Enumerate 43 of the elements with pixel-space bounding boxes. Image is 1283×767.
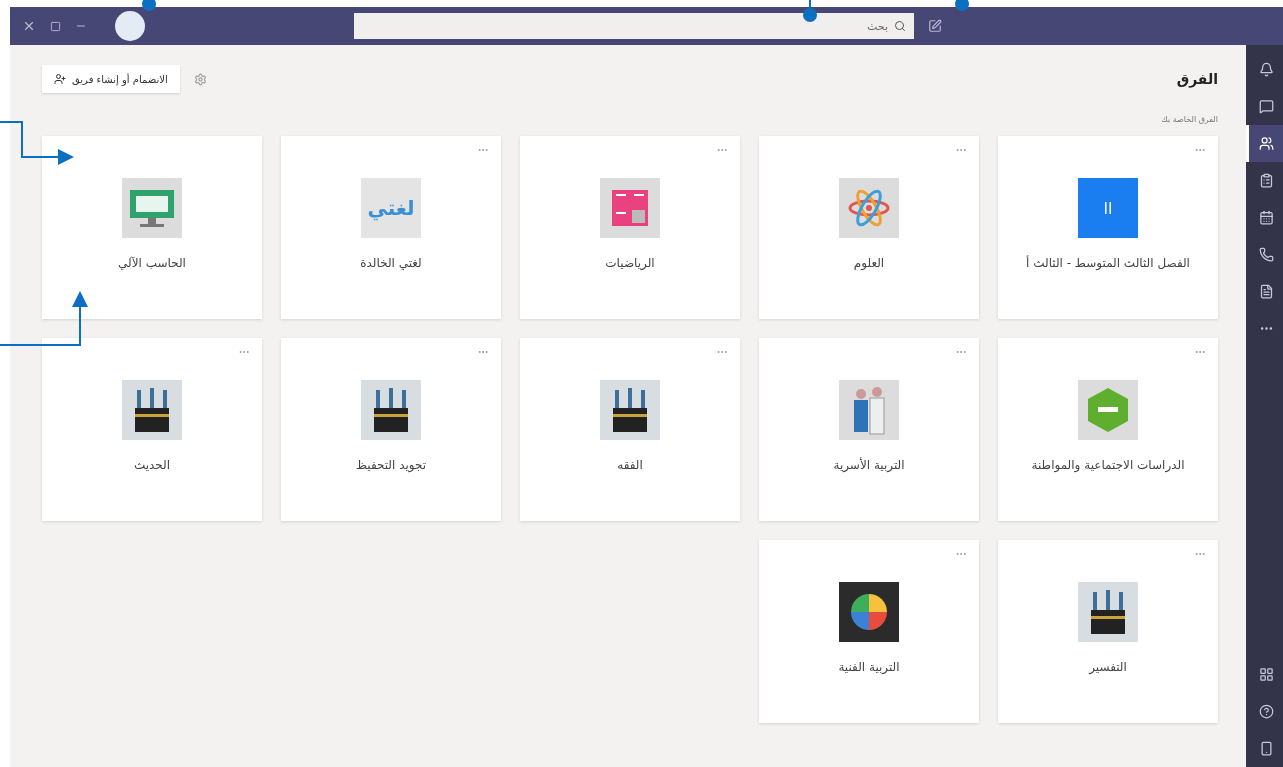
avatar[interactable] xyxy=(115,11,145,41)
team-card[interactable]: التربية الفنية xyxy=(759,540,979,723)
compose-icon[interactable] xyxy=(928,19,942,33)
team-name: الدراسات الاجتماعية والمواطنة xyxy=(1030,458,1186,474)
team-card[interactable]: الحاسب الآلي xyxy=(42,136,262,319)
team-card[interactable]: تجويد التحفيظ xyxy=(281,338,501,521)
team-name: التربية الفنية xyxy=(837,660,901,676)
callout-pin xyxy=(803,0,817,22)
search-icon xyxy=(894,20,906,32)
calculator-icon xyxy=(612,190,648,226)
tile-initials: ll xyxy=(1103,198,1113,218)
team-name: العلوم xyxy=(852,256,886,272)
join-team-button[interactable]: الانضمام أو إنشاء فريق xyxy=(42,65,180,93)
team-name: الفصل الثالث المتوسط - الثالث أ xyxy=(1025,256,1191,272)
team-card[interactable]: الفقه xyxy=(520,338,740,521)
team-card[interactable]: التربية الأسرية xyxy=(759,338,979,521)
team-card[interactable]: لغتي لغتي الخالدة xyxy=(281,136,501,319)
team-card[interactable]: الدراسات الاجتماعية والمواطنة xyxy=(998,338,1218,521)
computer-icon xyxy=(128,188,176,228)
team-name: الحديث xyxy=(132,458,172,474)
callout-pin xyxy=(142,0,156,11)
page-title: الفرق xyxy=(1176,71,1218,87)
add-person-icon xyxy=(54,73,66,85)
team-name: الحاسب الآلي xyxy=(117,256,187,272)
search-field[interactable]: بحث xyxy=(354,13,914,39)
team-name: الفقه xyxy=(616,458,644,474)
team-name: لغتي الخالدة xyxy=(359,256,423,272)
maximize-icon[interactable] xyxy=(50,20,61,32)
logo-text: لغتي xyxy=(367,196,415,220)
team-name: تجويد التحفيظ xyxy=(354,458,428,474)
section-label: الفرق الخاصة بك xyxy=(1160,115,1218,124)
team-card[interactable]: الرياضيات xyxy=(520,136,740,319)
team-card[interactable]: التفسير xyxy=(998,540,1218,723)
team-name: التربية الأسرية xyxy=(832,458,906,474)
callout-pin xyxy=(955,0,969,11)
team-name: الرياضيات xyxy=(604,256,656,272)
settings-icon[interactable] xyxy=(193,72,207,86)
teams-icon[interactable] xyxy=(1246,125,1283,162)
team-name: التفسير xyxy=(1087,660,1128,676)
team-card[interactable]: الحديث xyxy=(42,338,262,521)
color-wheel-icon xyxy=(849,592,889,632)
close-icon[interactable] xyxy=(22,19,36,33)
team-card[interactable]: العلوم xyxy=(759,136,979,319)
